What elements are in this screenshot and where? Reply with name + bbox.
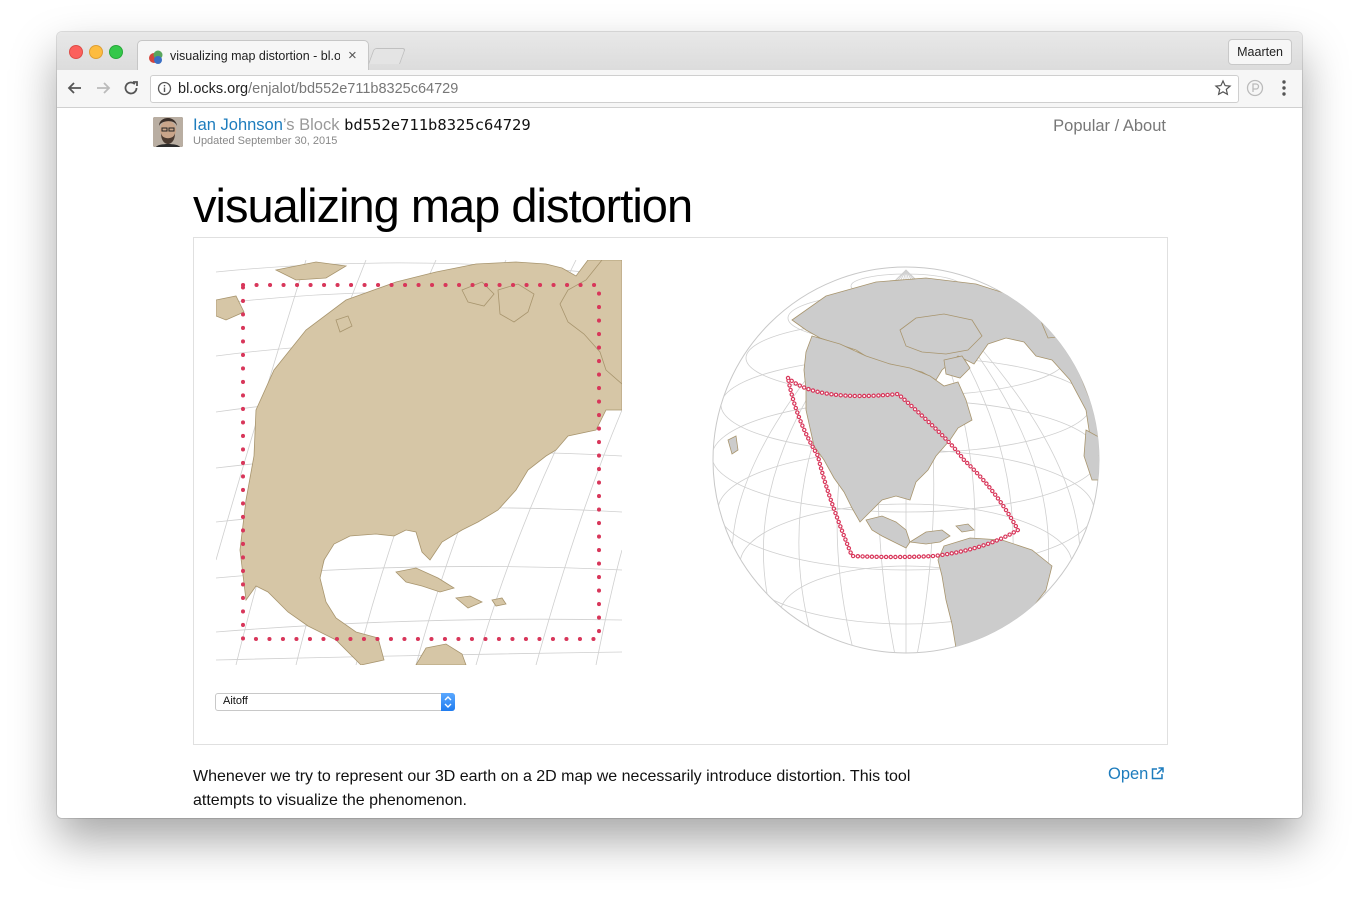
flat-map[interactable] <box>216 260 622 665</box>
page-content: Ian Johnson’s Block bd552e711b8325c64729… <box>57 108 1302 818</box>
avatar-image <box>153 117 183 147</box>
page-title: visualizing map distortion <box>193 179 693 232</box>
landmass <box>216 260 622 665</box>
favicon-icon <box>149 50 163 64</box>
window-close-button[interactable] <box>69 45 83 59</box>
browser-tab[interactable]: visualizing map distortion - bl.ocks.org… <box>137 40 369 71</box>
title-bar: visualizing map distortion - bl.ocks.org… <box>57 32 1302 71</box>
open-link[interactable]: Open <box>1108 765 1165 784</box>
url-host: bl.ocks.org <box>178 81 249 97</box>
reload-icon[interactable] <box>120 77 142 99</box>
url-text: bl.ocks.org/enjalot/bd552e711b8325c64729 <box>178 81 458 97</box>
description-text: Whenever we try to represent our 3D eart… <box>193 768 911 809</box>
forward-arrow-icon[interactable] <box>92 77 114 99</box>
url-path: /enjalot/bd552e711b8325c64729 <box>248 81 459 97</box>
address-bar[interactable]: bl.ocks.org/enjalot/bd552e711b8325c64729 <box>150 75 1239 103</box>
info-icon[interactable] <box>157 81 172 96</box>
extension-icon[interactable] <box>1245 78 1265 98</box>
open-link-label: Open <box>1108 765 1149 783</box>
block-id: bd552e711b8325c64729 <box>344 116 531 134</box>
tab-title: visualizing map distortion - bl.ocks.org <box>170 49 340 63</box>
updated-date: Updated September 30, 2015 <box>193 135 338 147</box>
window-maximize-button[interactable] <box>109 45 123 59</box>
projection-select-value: Aitoff <box>223 695 248 707</box>
visualization-frame: Aitoff <box>193 237 1168 745</box>
top-nav-links[interactable]: Popular / About <box>1053 117 1166 136</box>
select-arrows-icon[interactable] <box>441 693 455 711</box>
new-tab-button[interactable] <box>368 48 406 64</box>
globe-map[interactable] <box>706 260 1106 660</box>
block-header: Ian Johnson’s Block bd552e711b8325c64729 <box>193 116 531 135</box>
avatar[interactable] <box>153 117 183 147</box>
back-arrow-icon[interactable] <box>64 77 86 99</box>
browser-window: visualizing map distortion - bl.ocks.org… <box>57 32 1302 818</box>
external-link-icon <box>1152 767 1165 780</box>
tab-close-icon[interactable]: × <box>348 47 357 64</box>
profile-button[interactable]: Maarten <box>1228 39 1292 65</box>
projection-select[interactable]: Aitoff <box>215 693 455 711</box>
browser-toolbar: bl.ocks.org/enjalot/bd552e711b8325c64729 <box>57 70 1302 108</box>
block-label: ’s Block <box>282 116 340 134</box>
kebab-menu-icon[interactable] <box>1277 78 1291 98</box>
star-icon[interactable] <box>1214 79 1232 97</box>
window-minimize-button[interactable] <box>89 45 103 59</box>
author-link[interactable]: Ian Johnson <box>193 116 283 134</box>
